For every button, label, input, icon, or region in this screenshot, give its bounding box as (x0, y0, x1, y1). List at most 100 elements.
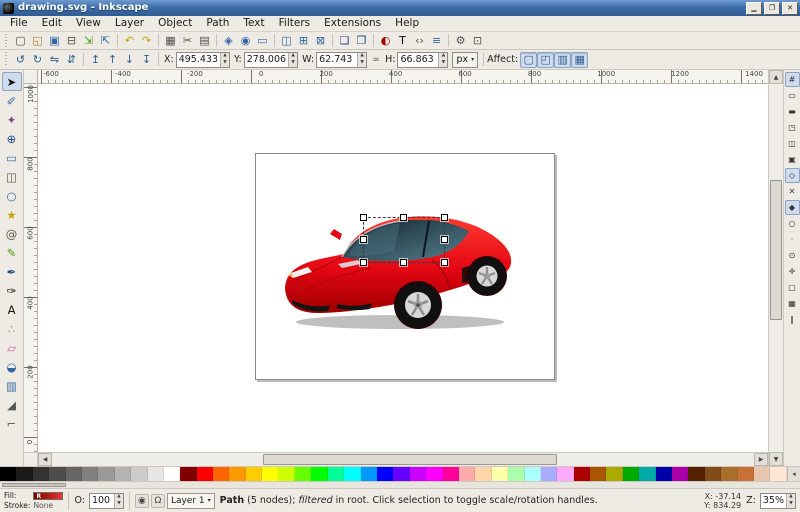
palette-swatch[interactable] (16, 467, 32, 481)
tool-bezier[interactable]: ✒ (2, 262, 22, 281)
palette-swatch[interactable] (721, 467, 737, 481)
palette-swatch[interactable] (541, 467, 557, 481)
vertical-scroll-thumb[interactable] (770, 180, 782, 320)
horizontal-scroll-track[interactable] (52, 453, 754, 466)
w-value[interactable]: 62.743 (317, 53, 357, 67)
opacity-value[interactable]: 100 (90, 494, 114, 508)
snap-bbox-midpoints-toggle[interactable]: ◫ (785, 136, 800, 151)
scroll-down-button[interactable]: ▼ (769, 452, 783, 466)
snap-smooth-nodes-toggle[interactable]: ○ (785, 216, 800, 231)
menu-filters[interactable]: Filters (272, 16, 317, 31)
palette-swatch[interactable] (131, 467, 147, 481)
spin-down-icon[interactable]: ▼ (221, 60, 229, 67)
raise-to-top-button[interactable]: ↥ (87, 52, 104, 68)
palette-swatch[interactable] (606, 467, 622, 481)
palette-swatch[interactable] (361, 467, 377, 481)
tool-star[interactable]: ★ (2, 205, 22, 224)
scale-corners-toggle[interactable]: ◰ (537, 52, 554, 68)
scale-handle-n[interactable] (400, 214, 407, 221)
scale-handle-ne[interactable] (441, 214, 448, 221)
palette-swatch[interactable] (33, 467, 49, 481)
y-spin-buttons[interactable]: ▲▼ (288, 53, 297, 67)
palette-swatch[interactable] (197, 467, 213, 481)
paste-button[interactable]: ▤ (196, 33, 213, 49)
scroll-right-button[interactable]: ▶ (754, 453, 768, 466)
snap-bbox-corners-toggle[interactable]: ◳ (785, 120, 800, 135)
scale-handle-w[interactable] (360, 236, 367, 243)
palette-scroll-thumb[interactable] (2, 483, 66, 487)
snap-nodes-toggle[interactable]: ◇ (785, 168, 800, 183)
palette-swatch[interactable] (49, 467, 65, 481)
palette-swatch[interactable] (459, 467, 475, 481)
spin-up-icon[interactable]: ▲ (115, 494, 123, 501)
menu-help[interactable]: Help (388, 16, 426, 31)
palette-swatch[interactable] (475, 467, 491, 481)
tool-spray[interactable]: ∴ (2, 319, 22, 338)
palette-swatch[interactable] (672, 467, 688, 481)
undo-button[interactable]: ↶ (121, 33, 138, 49)
palette-swatch[interactable] (213, 467, 229, 481)
spin-up-icon[interactable]: ▲ (221, 53, 229, 60)
close-button[interactable]: ✕ (782, 2, 798, 15)
y-value[interactable]: 278.006 (245, 53, 288, 67)
lower-button[interactable]: ↓ (121, 52, 138, 68)
menu-layer[interactable]: Layer (108, 16, 151, 31)
cut-button[interactable]: ✂ (179, 33, 196, 49)
palette-swatch[interactable] (229, 467, 245, 481)
opacity-input[interactable]: 100 ▲▼ (89, 493, 124, 509)
zoom-drawing-button[interactable]: ◉ (237, 33, 254, 49)
spin-down-icon[interactable]: ▼ (115, 501, 123, 508)
save-document-button[interactable]: ▣ (46, 33, 63, 49)
palette-swatch[interactable] (164, 467, 180, 481)
w-input[interactable]: 62.743 ▲▼ (316, 52, 367, 68)
palette-swatch[interactable] (557, 467, 573, 481)
palette-swatch[interactable] (262, 467, 278, 481)
scale-handle-sw[interactable] (360, 259, 367, 266)
palette-swatch[interactable] (525, 467, 541, 481)
snap-centers-toggle[interactable]: ⊙ (785, 248, 800, 263)
layer-lock-toggle[interactable]: Ω (151, 494, 165, 508)
palette-swatch[interactable] (705, 467, 721, 481)
palette-swatch[interactable] (623, 467, 639, 481)
palette-swatch[interactable] (639, 467, 655, 481)
fill-swatch[interactable]: R (33, 492, 63, 500)
palette-swatch[interactable] (311, 467, 327, 481)
lower-to-bottom-button[interactable]: ↧ (138, 52, 155, 68)
vertical-ruler[interactable]: 10008006004002000 (24, 84, 38, 452)
duplicate-button[interactable]: ◫ (278, 33, 295, 49)
scroll-left-button[interactable]: ◀ (38, 453, 52, 466)
snap-cusp-nodes-toggle[interactable]: ◆ (785, 200, 800, 215)
zoom-selection-button[interactable]: ◈ (220, 33, 237, 49)
toolbar-grip[interactable] (4, 52, 9, 67)
palette-swatch[interactable] (0, 467, 16, 481)
tool-text[interactable]: A (2, 300, 22, 319)
spin-down-icon[interactable]: ▼ (439, 60, 447, 67)
snap-grid-toggle[interactable]: ▦ (785, 296, 800, 311)
copy-button[interactable]: ▦ (162, 33, 179, 49)
horizontal-ruler[interactable]: -600-400-2000200400600800100012001400 (38, 70, 768, 84)
palette-swatch[interactable] (377, 467, 393, 481)
palette-swatch[interactable] (82, 467, 98, 481)
tool-calligraphy[interactable]: ✑ (2, 281, 22, 300)
new-document-button[interactable]: ▢ (12, 33, 29, 49)
snap-intersections-toggle[interactable]: ✕ (785, 184, 800, 199)
palette-swatch[interactable] (426, 467, 442, 481)
palette-swatch[interactable] (590, 467, 606, 481)
menu-text[interactable]: Text (236, 16, 271, 31)
text-dialog-button[interactable]: T (394, 33, 411, 49)
create-clone-button[interactable]: ⊞ (295, 33, 312, 49)
tool-3dbox[interactable]: ◫ (2, 167, 22, 186)
palette-swatch[interactable] (754, 467, 770, 481)
palette-swatch[interactable] (98, 467, 114, 481)
opacity-spin-buttons[interactable]: ▲▼ (114, 494, 123, 508)
units-dropdown[interactable]: px ▾ (452, 52, 478, 68)
preferences-button[interactable]: ⚙ (452, 33, 469, 49)
x-spin-buttons[interactable]: ▲▼ (220, 53, 229, 67)
spin-up-icon[interactable]: ▲ (289, 53, 297, 60)
tool-node-editor[interactable]: ✐ (2, 91, 22, 110)
tool-tweak[interactable]: ✦ (2, 110, 22, 129)
snap-bbox-toggle[interactable]: ▭ (785, 88, 800, 103)
rotate-cw-button[interactable]: ↻ (29, 52, 46, 68)
palette-swatch[interactable] (279, 467, 295, 481)
palette-swatch[interactable] (180, 467, 196, 481)
